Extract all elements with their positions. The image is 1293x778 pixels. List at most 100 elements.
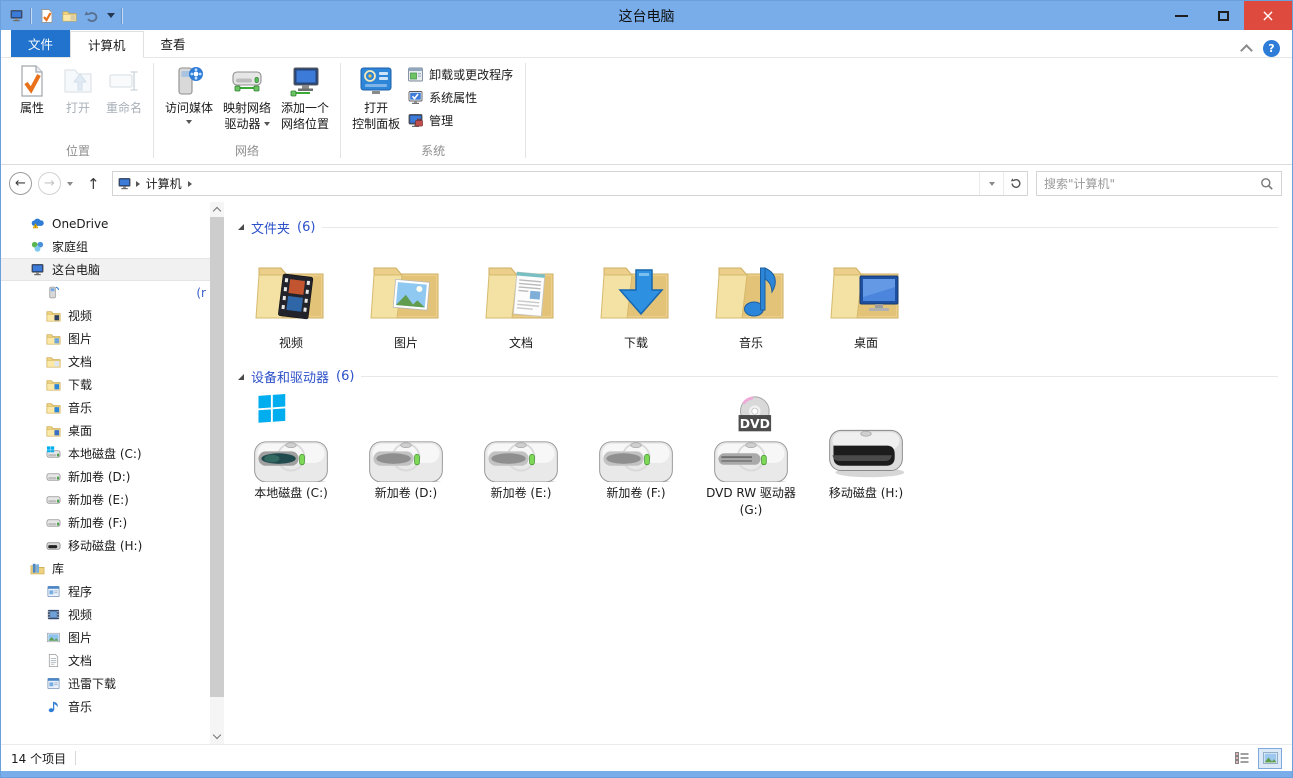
minimize-button[interactable] [1160, 1, 1202, 30]
open-control-panel-button[interactable]: 打开 控制面板 [347, 59, 405, 134]
tab-file[interactable]: 文件 [11, 30, 70, 57]
tile-label: 移动磁盘 (H:) [829, 485, 903, 502]
downloads-folder-icon [592, 248, 680, 332]
tab-computer[interactable]: 计算机 [70, 31, 144, 58]
breadcrumb-computer-icon [117, 176, 132, 191]
sidebar-item-removable-h[interactable]: 移动磁盘 (H:) [1, 534, 210, 557]
scroll-up-icon[interactable] [210, 202, 224, 217]
tile-volume-f[interactable]: 新加卷 (F:) [583, 394, 689, 519]
system-properties-button[interactable]: 系统属性 [407, 89, 513, 106]
videos-folder-icon [46, 308, 61, 323]
up-button[interactable]: ↑ [79, 175, 108, 193]
tile-videos-folder[interactable]: 视频 [238, 244, 344, 352]
sidebar-item-portable-device[interactable]: (r [1, 281, 210, 304]
maximize-button[interactable] [1202, 1, 1244, 30]
videos-library-icon [46, 607, 61, 622]
scrollbar-thumb[interactable] [210, 217, 224, 697]
documents-folder-icon [477, 248, 565, 332]
properties-button[interactable]: 属性 [9, 59, 55, 119]
group-label-system: 系统 [421, 141, 445, 164]
customize-dropdown-icon[interactable] [107, 13, 115, 18]
details-view-button[interactable] [1230, 748, 1254, 769]
libraries-icon [30, 561, 45, 576]
access-media-button[interactable]: 访问媒体 [160, 59, 218, 126]
sidebar-item-downloads[interactable]: 下载 [1, 373, 210, 396]
tile-dvd-drive-g[interactable]: DVD DVD RW 驱动器 (G:) [698, 394, 804, 519]
tile-desktop-folder[interactable]: 桌面 [813, 244, 919, 352]
tile-downloads-folder[interactable]: 下载 [583, 244, 689, 352]
search-box[interactable] [1036, 171, 1282, 196]
sidebar-item-local-disk-c[interactable]: 本地磁盘 (C:) [1, 442, 210, 465]
pictures-library-icon [46, 630, 61, 645]
help-button[interactable]: ? [1263, 40, 1280, 57]
sidebar-item-label: 文档 [68, 652, 92, 669]
tile-pictures-folder[interactable]: 图片 [353, 244, 459, 352]
hard-drive-icon [590, 394, 682, 482]
sidebar-item-pictures[interactable]: 图片 [1, 327, 210, 350]
manage-button[interactable]: 管理 [407, 112, 513, 129]
properties-check-icon[interactable] [39, 8, 55, 24]
tile-label: 音乐 [739, 335, 763, 352]
close-button[interactable]: × [1244, 1, 1292, 30]
thumbnail-view-button[interactable] [1258, 748, 1282, 769]
tab-view[interactable]: 查看 [144, 30, 203, 57]
undo-icon[interactable] [84, 8, 100, 24]
ribbon-group-system: 打开 控制面板 卸载或更改程序 [343, 58, 523, 164]
tile-label: 本地磁盘 (C:) [254, 485, 328, 502]
uninstall-program-button[interactable]: 卸载或更改程序 [407, 66, 513, 83]
sidebar-item-music[interactable]: 音乐 [1, 396, 210, 419]
sidebar-item-onedrive[interactable]: OneDrive [1, 212, 210, 235]
sidebar-item-documents-library[interactable]: 文档 [1, 649, 210, 672]
breadcrumb-chevron-icon[interactable] [136, 181, 140, 187]
homegroup-icon [30, 239, 45, 254]
sidebar-item-libraries[interactable]: 库 [1, 557, 210, 580]
open-control-panel-label: 打开 控制面板 [352, 101, 400, 132]
sidebar-item-videos[interactable]: 视频 [1, 304, 210, 327]
tile-volume-d[interactable]: 新加卷 (D:) [353, 394, 459, 519]
search-input[interactable] [1044, 177, 1260, 191]
collapse-triangle-icon[interactable] [238, 224, 244, 230]
sidebar-item-pictures-library[interactable]: 图片 [1, 626, 210, 649]
section-header-folders[interactable]: 文件夹 (6) [238, 216, 1278, 238]
tile-label: 新加卷 (D:) [375, 485, 437, 502]
search-icon[interactable] [1260, 177, 1274, 191]
sidebar-item-videos-library[interactable]: 视频 [1, 603, 210, 626]
tile-removable-disk-h[interactable]: 移动磁盘 (H:) [813, 394, 919, 519]
address-dropdown-button[interactable] [979, 172, 1003, 195]
address-bar[interactable]: 计算机 [112, 171, 1028, 196]
breadcrumb-chevron-icon[interactable] [188, 181, 192, 187]
sidebar-item-thunder-downloads[interactable]: 迅雷下载 [1, 672, 210, 695]
sidebar-item-music-library[interactable]: 音乐 [1, 695, 210, 718]
sidebar-item-programs-library[interactable]: 程序 [1, 580, 210, 603]
recent-locations-dropdown-icon[interactable] [67, 182, 73, 186]
collapse-triangle-icon[interactable] [238, 374, 244, 380]
desktop-folder-icon [46, 423, 61, 438]
sidebar-item-homegroup[interactable]: 家庭组 [1, 235, 210, 258]
music-folder-icon [707, 248, 795, 332]
breadcrumb-root[interactable]: 计算机 [146, 175, 182, 192]
dvd-drive-icon: DVD [705, 394, 797, 482]
map-network-drive-button[interactable]: 映射网络 驱动器 [218, 59, 276, 134]
tile-documents-folder[interactable]: 文档 [468, 244, 574, 352]
tile-volume-e[interactable]: 新加卷 (E:) [468, 394, 574, 519]
label-line-2: 控制面板 [352, 117, 400, 131]
back-button[interactable]: ← [9, 172, 32, 195]
sidebar-item-label: 程序 [68, 583, 92, 600]
sidebar-item-this-pc[interactable]: 这台电脑 [1, 258, 210, 281]
sidebar-item-volume-e[interactable]: 新加卷 (E:) [1, 488, 210, 511]
sidebar-item-volume-f[interactable]: 新加卷 (F:) [1, 511, 210, 534]
sidebar-item-volume-d[interactable]: 新加卷 (D:) [1, 465, 210, 488]
sidebar-item-documents[interactable]: 文档 [1, 350, 210, 373]
scroll-down-icon[interactable] [210, 729, 224, 744]
minimize-ribbon-icon[interactable] [1240, 44, 1253, 57]
folder-icon[interactable] [62, 8, 77, 23]
add-network-location-button[interactable]: 添加一个 网络位置 [276, 59, 334, 134]
devices-row: 本地磁盘 (C:) 新加卷 (D:) [238, 394, 1292, 519]
tile-label: 新加卷 (F:) [606, 485, 665, 502]
tile-local-disk-c[interactable]: 本地磁盘 (C:) [238, 394, 344, 519]
tile-music-folder[interactable]: 音乐 [698, 244, 804, 352]
section-header-devices[interactable]: 设备和驱动器 (6) [238, 366, 1278, 388]
refresh-button[interactable] [1003, 172, 1027, 195]
sidebar-scrollbar[interactable] [210, 202, 224, 744]
sidebar-item-desktop[interactable]: 桌面 [1, 419, 210, 442]
